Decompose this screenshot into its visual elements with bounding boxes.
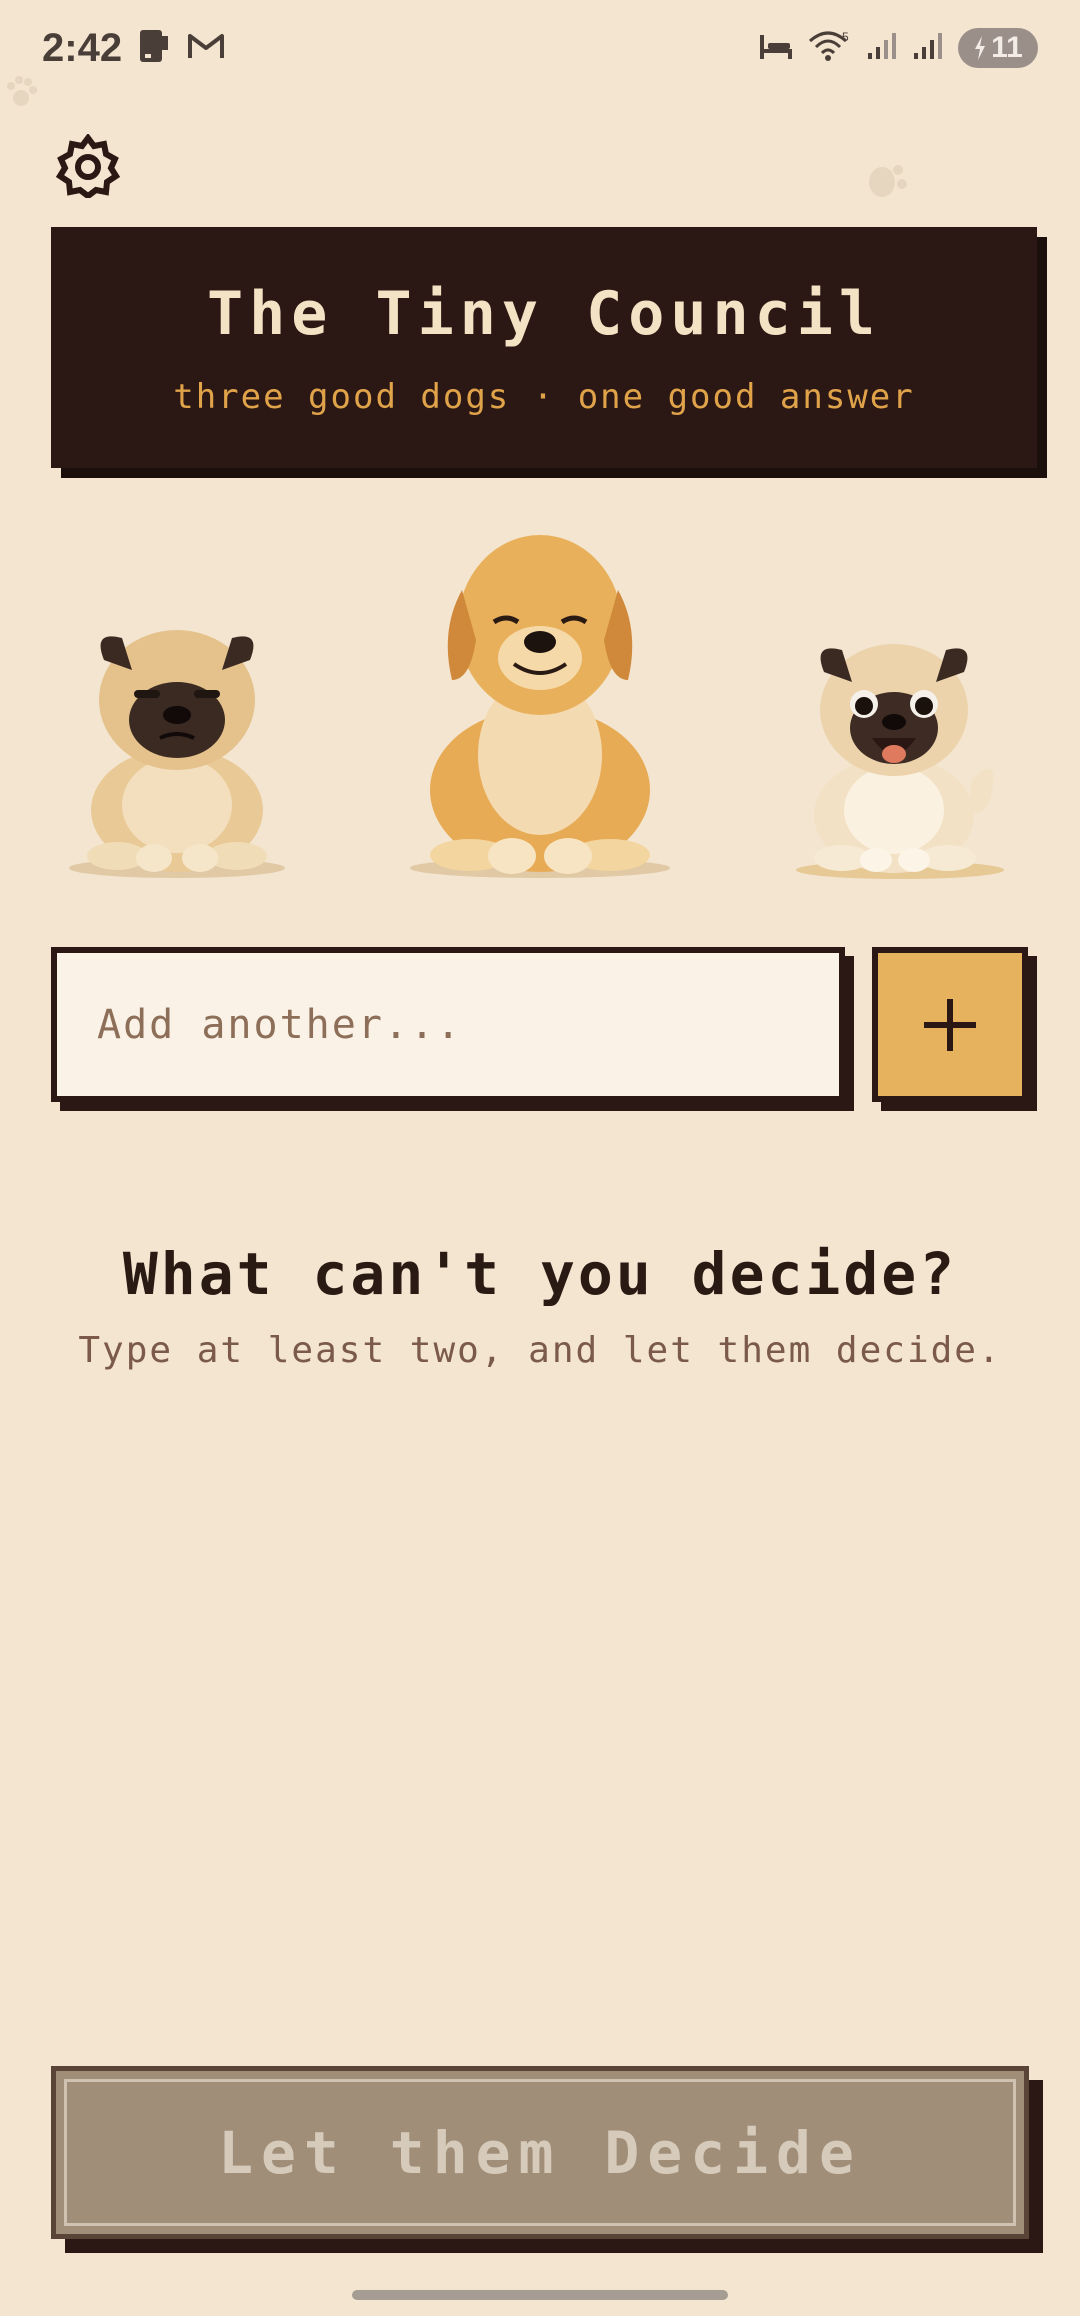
- sleep-mode-icon: [758, 31, 794, 65]
- svg-text:5: 5: [842, 30, 849, 44]
- wifi-icon: 5: [808, 29, 852, 67]
- app-title: The Tiny Council: [207, 278, 881, 349]
- signal-icon: [866, 31, 898, 65]
- dog-council: [0, 520, 1080, 880]
- happy-pug-dog: [796, 644, 1004, 879]
- paw-print-icon: [7, 76, 37, 106]
- decide-button-label: Let them Decide: [218, 2118, 862, 2187]
- prompt-title: What can't you decide?: [122, 1240, 958, 1308]
- grumpy-pug-dog: [69, 630, 285, 878]
- add-option-field[interactable]: [51, 947, 845, 1102]
- battery-level: 11: [991, 31, 1023, 64]
- signal-icon-2: [912, 31, 944, 65]
- prompt-subtitle: Type at least two, and let them decide.: [78, 1330, 1002, 1371]
- title-banner: The Tiny Council three good dogs · one g…: [51, 227, 1037, 468]
- gear-icon: [56, 134, 120, 198]
- golden-retriever-dog: [410, 535, 670, 878]
- app-subtitle: three good dogs · one good answer: [173, 376, 915, 417]
- add-option-input[interactable]: [57, 953, 839, 1096]
- phone-status-icon: [136, 26, 172, 70]
- status-bar: 2:42 5 11: [0, 0, 1080, 96]
- decide-button[interactable]: Let them Decide: [51, 2066, 1029, 2239]
- settings-button[interactable]: [54, 132, 122, 200]
- add-option-button[interactable]: [872, 947, 1028, 1102]
- home-indicator[interactable]: [352, 2290, 728, 2300]
- status-left: 2:42: [42, 26, 226, 71]
- status-time: 2:42: [42, 25, 123, 70]
- gmail-icon: [186, 30, 226, 66]
- paw-print-icon: [869, 165, 907, 197]
- battery-indicator: 11: [958, 28, 1038, 68]
- battery-charging-icon: [975, 36, 986, 60]
- status-right: 5 11: [758, 28, 1038, 68]
- plus-icon: [924, 998, 976, 1051]
